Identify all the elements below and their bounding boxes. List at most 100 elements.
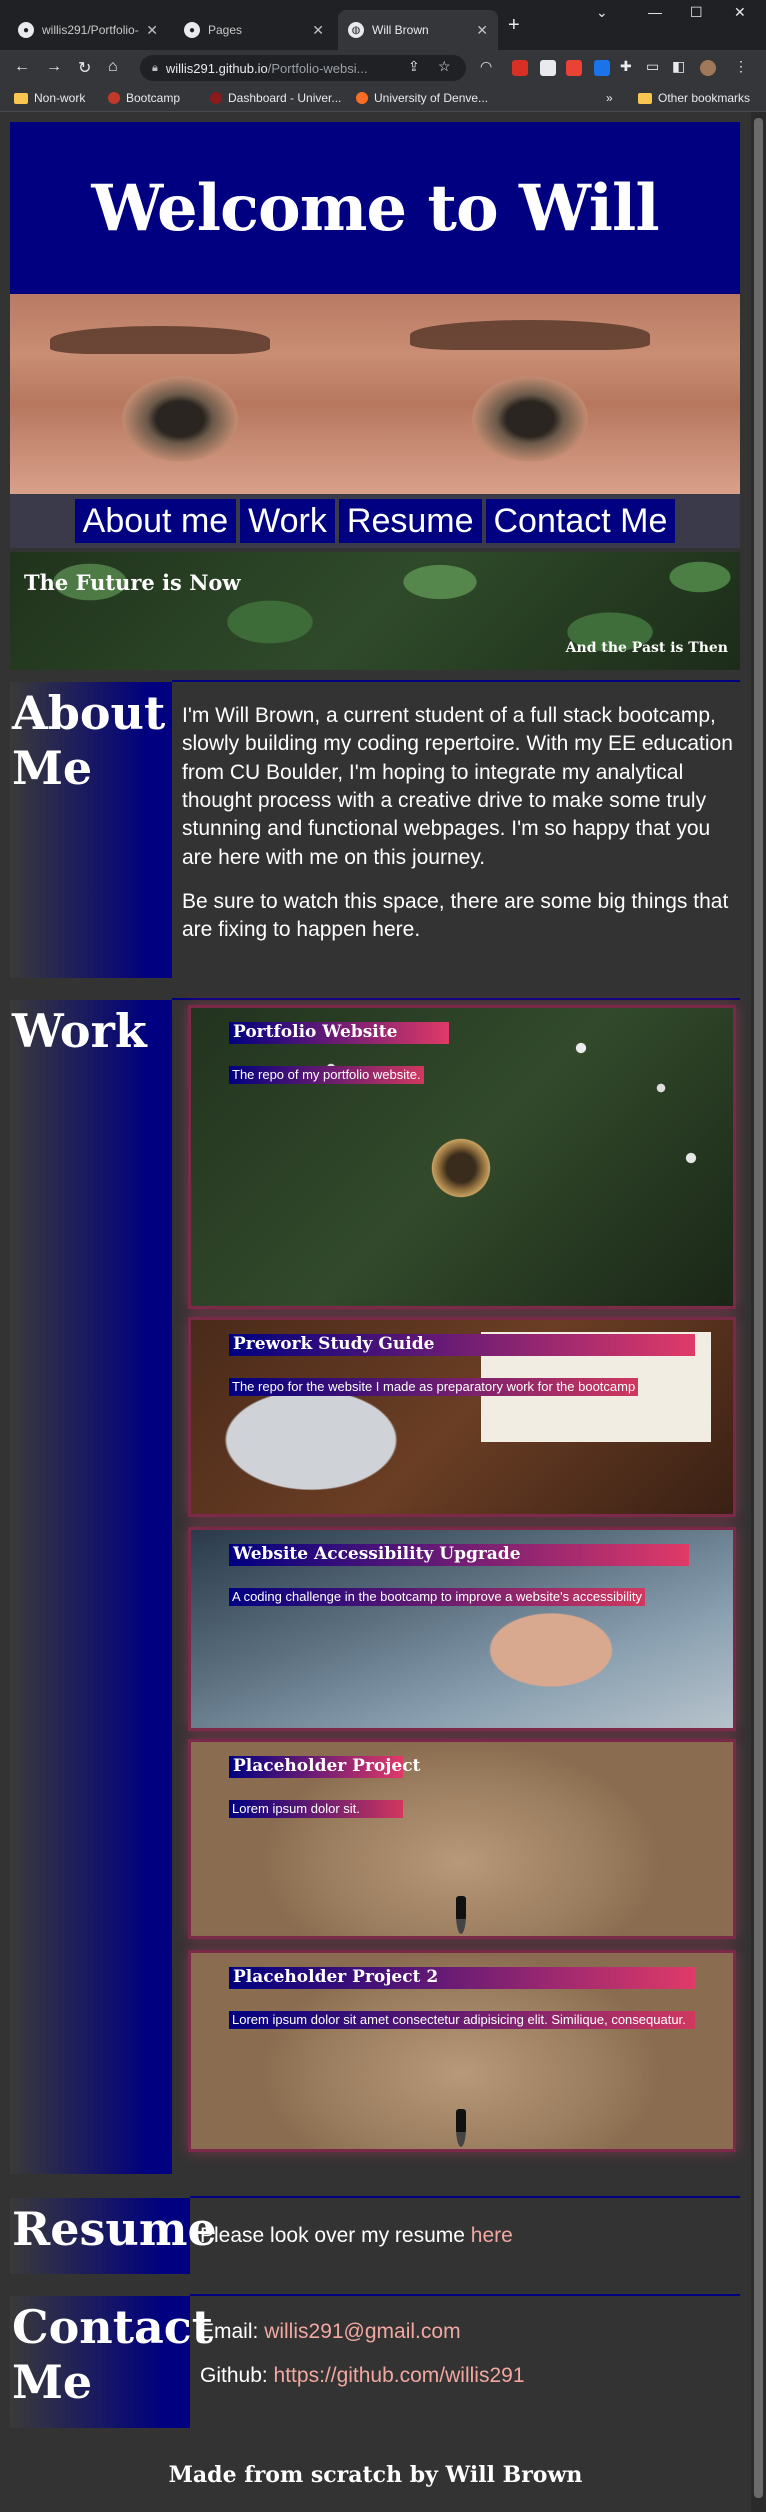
nav-link-work[interactable]: Work — [240, 499, 335, 543]
project-card-accessibility[interactable]: Website Accessibility Upgrade A coding c… — [188, 1527, 736, 1731]
scrollbar-thumb[interactable] — [754, 118, 763, 2498]
banner-subline: And the Past is Then — [565, 640, 728, 656]
forward-icon[interactable]: → — [46, 58, 62, 76]
adblock-extension-icon[interactable] — [512, 60, 528, 76]
bookmark-star-icon[interactable]: ☆ — [438, 58, 451, 75]
project-title: Prework Study Guide — [229, 1334, 695, 1356]
extension-icon[interactable] — [566, 60, 582, 76]
pen-image — [456, 1896, 466, 1934]
tab-strip: ● willis291/Portfolio- ✕ ● Pages ✕ ◍ Wil… — [0, 0, 766, 50]
github-link[interactable]: https://github.com/willis291 — [274, 2364, 525, 2387]
github-icon: ● — [184, 22, 200, 38]
extension-icon[interactable]: ◠ — [480, 58, 492, 75]
email-label: Email: — [200, 2320, 265, 2343]
close-tab-icon[interactable]: ✕ — [312, 22, 324, 39]
page-content: Welcome to Will About me Work Resume Con… — [0, 112, 751, 2512]
project-description: The repo of my portfolio website. — [229, 1066, 424, 1085]
bookmark-bootcamp[interactable]: Bootcamp — [108, 91, 180, 105]
folder-icon — [14, 92, 28, 104]
contact-heading: Contact Me — [10, 2296, 213, 2428]
section-divider — [172, 680, 740, 682]
github-icon: ● — [18, 22, 34, 38]
extension-icon[interactable] — [540, 60, 556, 76]
resume-link[interactable]: here — [471, 2224, 513, 2247]
minimize-icon[interactable]: — — [648, 4, 662, 20]
menu-icon[interactable]: ⋮ — [734, 58, 748, 75]
close-tab-icon[interactable]: ✕ — [146, 22, 158, 39]
folder-icon — [638, 92, 652, 104]
contact-info: Email: willis291@gmail.com Github: https… — [200, 2318, 740, 2407]
project-description: The repo for the website I made as prepa… — [229, 1378, 639, 1397]
work-heading: Work — [10, 1000, 172, 2174]
close-window-icon[interactable]: ✕ — [734, 4, 746, 21]
address-path: /Portfolio-websi... — [267, 60, 368, 76]
project-description: Lorem ipsum dolor sit amet consectetur a… — [229, 2011, 695, 2030]
tab-label: willis291/Portfolio- — [42, 23, 139, 37]
bookmark-label: Bootcamp — [126, 91, 181, 105]
page-title: Welcome to Will — [10, 122, 740, 294]
email-link[interactable]: willis291@gmail.com — [264, 2320, 460, 2343]
extension-icon[interactable] — [594, 60, 610, 76]
tab-label: Will Brown — [372, 23, 429, 37]
globe-icon: ◍ — [348, 22, 364, 38]
cast-icon[interactable]: ▭ — [646, 58, 659, 75]
eyebrow-right — [410, 320, 650, 350]
lock-icon: 🔒︎ — [152, 61, 158, 74]
close-tab-icon[interactable]: ✕ — [476, 22, 488, 39]
tab-will-brown[interactable]: ◍ Will Brown ✕ — [338, 10, 498, 50]
bookmark-label: Dashboard - Univer... — [228, 91, 342, 105]
project-title: Website Accessibility Upgrade — [229, 1544, 689, 1566]
project-card-portfolio[interactable]: Portfolio Website The repo of my portfol… — [188, 1005, 736, 1309]
tab-pages[interactable]: ● Pages ✕ — [174, 10, 334, 50]
about-paragraph: I'm Will Brown, a current student of a f… — [182, 704, 733, 869]
main-nav: About me Work Resume Contact Me — [10, 494, 740, 548]
browser-toolbar: ← → ↻ ⌂ 🔒︎ willis291.github.io/Portfolio… — [0, 50, 766, 86]
avatar[interactable] — [700, 60, 716, 76]
resume-sentence: Please look over my resume — [200, 2224, 471, 2247]
project-card-placeholder[interactable]: Placeholder Project Lorem ipsum dolor si… — [188, 1739, 736, 1939]
project-card-placeholder-2[interactable]: Placeholder Project 2 Lorem ipsum dolor … — [188, 1950, 736, 2152]
nav-link-contact[interactable]: Contact Me — [485, 499, 676, 543]
project-title: Placeholder Project — [229, 1756, 420, 1778]
bookmark-non-work[interactable]: Non-work — [14, 91, 85, 105]
project-description: Lorem ipsum dolor sit. — [229, 1800, 403, 1819]
bookmark-other[interactable]: Other bookmarks — [638, 91, 750, 105]
address-host: willis291.github.io — [165, 60, 268, 76]
bookmark-dashboard[interactable]: Dashboard - Univer... — [210, 91, 341, 105]
puzzle-icon[interactable]: ✚ — [620, 58, 632, 75]
project-card-prework[interactable]: Prework Study Guide The repo for the web… — [188, 1317, 736, 1517]
project-title: Placeholder Project 2 — [229, 1967, 695, 1989]
more-bookmarks-icon[interactable]: » — [606, 91, 613, 105]
bookmark-university[interactable]: University of Denve... — [356, 91, 488, 105]
tab-search-icon[interactable]: ⌄ — [596, 4, 608, 21]
banner-headline: The Future is Now — [24, 570, 241, 595]
home-icon[interactable]: ⌂ — [108, 58, 118, 76]
leaf-banner: The Future is Now And the Past is Then — [10, 552, 740, 670]
bookmark-label: University of Denve... — [374, 91, 489, 105]
bookmarks-bar: Non-work Bootcamp Dashboard - Univer... … — [0, 86, 766, 112]
github-line: Github: https://github.com/willis291 — [200, 2362, 740, 2390]
new-tab-button[interactable]: + — [508, 14, 520, 37]
nav-link-about[interactable]: About me — [74, 499, 237, 543]
about-heading: About Me — [10, 682, 172, 978]
hero-eyes-image — [10, 294, 740, 494]
resume-text: Please look over my resume here — [200, 2222, 740, 2250]
pen-image — [456, 2109, 466, 2147]
share-icon[interactable]: ⇪ — [408, 58, 420, 75]
bootcamp-icon — [108, 92, 120, 104]
nav-link-resume[interactable]: Resume — [338, 499, 482, 543]
page-scrollbar[interactable] — [751, 112, 766, 2512]
about-text: I'm Will Brown, a current student of a f… — [182, 702, 736, 961]
sidepanel-icon[interactable]: ◧ — [672, 58, 685, 75]
section-divider — [190, 2294, 740, 2296]
section-divider — [172, 998, 740, 1000]
reload-icon[interactable]: ↻ — [78, 58, 91, 78]
eyebrow-left — [50, 326, 270, 354]
gitlab-icon — [356, 92, 368, 104]
section-divider — [190, 2196, 740, 2198]
maximize-icon[interactable]: ☐ — [690, 4, 703, 21]
university-icon — [210, 92, 222, 104]
back-icon[interactable]: ← — [14, 58, 30, 76]
tab-portfolio-repo[interactable]: ● willis291/Portfolio- ✕ — [8, 10, 168, 50]
bookmark-label: Other bookmarks — [658, 91, 751, 105]
